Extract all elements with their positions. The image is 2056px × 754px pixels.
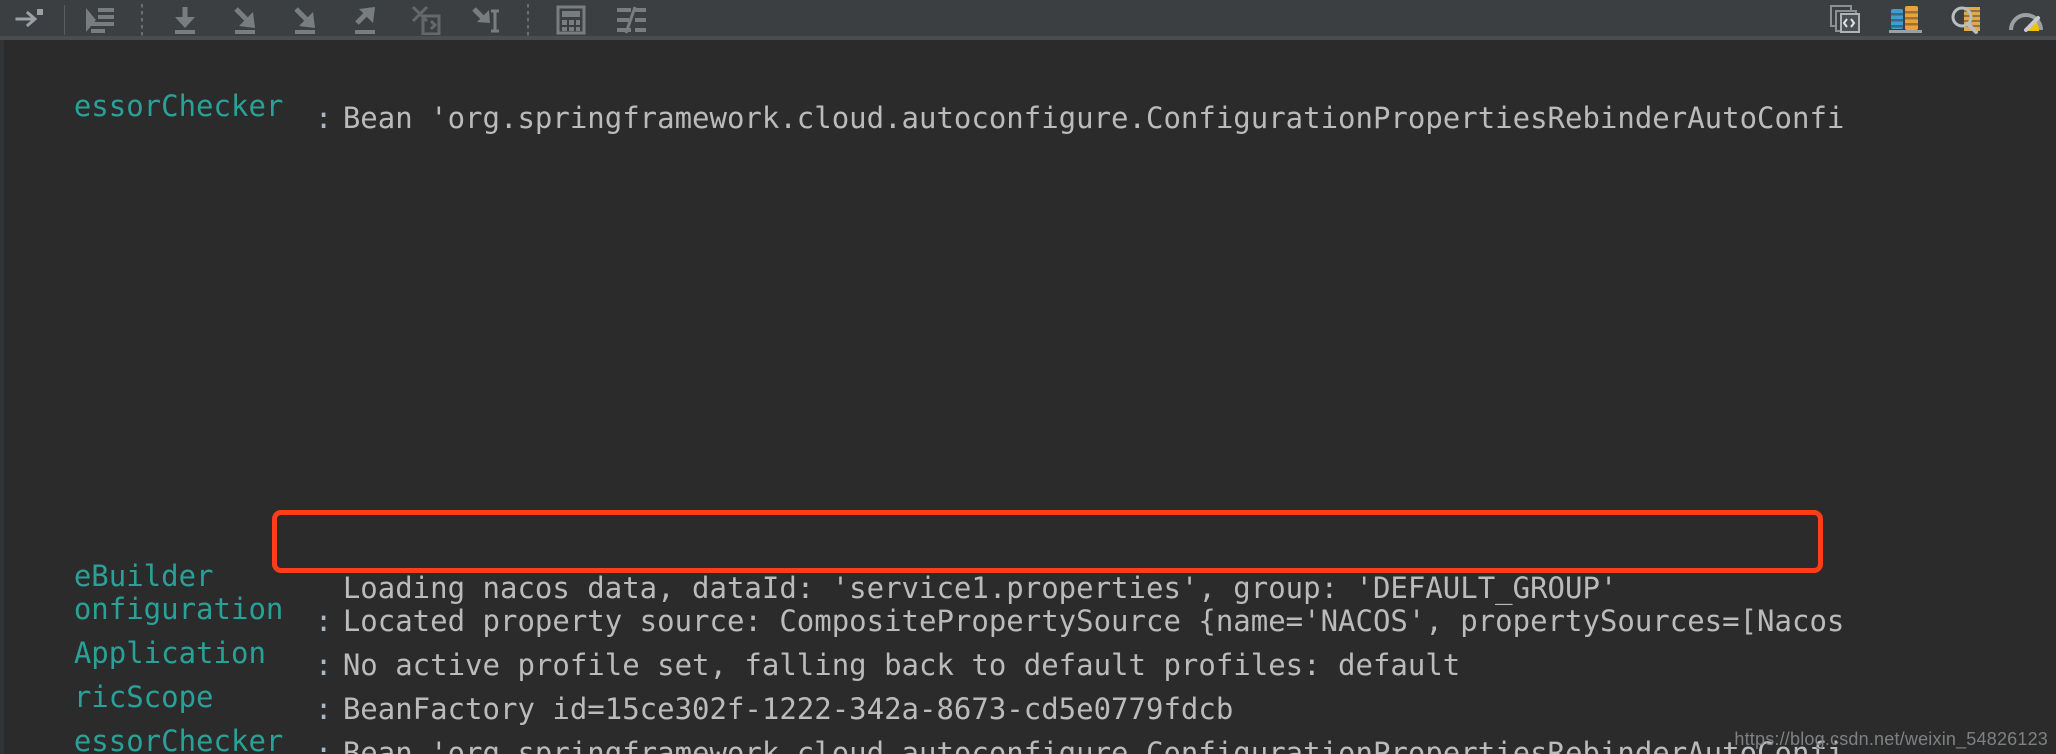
toolbar-separator (64, 4, 65, 35)
soft-wrap-icon (83, 5, 115, 35)
evaluate-expression-button[interactable] (541, 0, 601, 40)
toolbar-separator-dotted (141, 3, 143, 36)
log-separator: : (314, 101, 333, 135)
profiler-gauge-icon (2008, 4, 2044, 36)
log-line: Application: No active profile set, falli… (0, 587, 2056, 682)
drop-frame-button[interactable] (395, 0, 455, 40)
log-line: onfiguration: Located property source: Co… (0, 543, 2056, 638)
memory-inspect-icon (1948, 4, 1984, 36)
toolbar-group-left (0, 0, 661, 40)
jump-to-end-button[interactable] (0, 0, 60, 40)
log-line: essorChecker: Bean 'org.springframework.c… (0, 40, 2056, 135)
console-stack-icon (1829, 4, 1863, 36)
log-logger-name: essorChecker (73, 89, 284, 123)
step-into-icon (169, 5, 201, 35)
log-line: essorChecker: Bean 'org.springframework.c… (0, 675, 2056, 754)
force-step-over-button[interactable] (275, 0, 335, 40)
toolbar-separator-dotted-2 (527, 3, 529, 36)
watermark-text: https://blog.csdn.net/weixin_54826123 (1734, 729, 2048, 749)
run-to-cursor-icon (469, 5, 501, 35)
step-over-icon (229, 5, 261, 35)
console-stack-button[interactable] (1816, 0, 1876, 40)
toolbar-group-right (1816, 0, 2056, 40)
debug-console-output[interactable]: essorChecker: Bean 'org.springframework.c… (0, 40, 2056, 754)
force-step-over-icon (289, 5, 321, 35)
log-line: ricScope: BeanFactory id=15ce302f-1222-34… (0, 631, 2056, 726)
log-message: Bean 'org.springframework.cloud.autoconf… (342, 101, 1845, 135)
step-out-button[interactable] (335, 0, 395, 40)
trace-current-stream-icon (614, 5, 648, 35)
drop-frame-icon (409, 5, 441, 35)
soft-wrap-button[interactable] (69, 0, 129, 40)
run-to-cursor-button[interactable] (455, 0, 515, 40)
trace-current-stream-button[interactable] (601, 0, 661, 40)
step-over-button[interactable] (215, 0, 275, 40)
threads-icon (1888, 4, 1924, 36)
jump-to-end-icon (15, 7, 45, 33)
debug-toolbar (0, 0, 2056, 40)
evaluate-expression-icon (555, 5, 587, 35)
threads-button[interactable] (1876, 0, 1936, 40)
profiler-gauge-button[interactable] (1996, 0, 2056, 40)
memory-inspect-button[interactable] (1936, 0, 1996, 40)
step-out-icon (349, 5, 381, 35)
step-into-button[interactable] (155, 0, 215, 40)
